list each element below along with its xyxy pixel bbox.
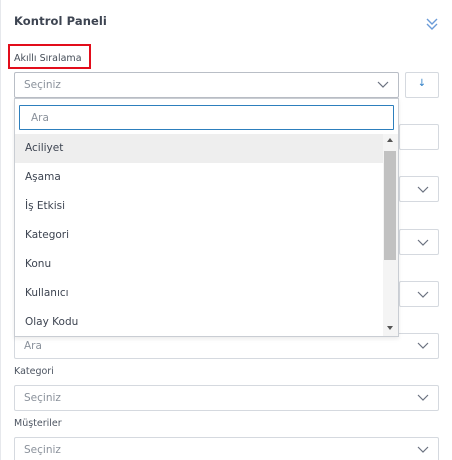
hidden-select xyxy=(399,229,439,255)
kategori-select[interactable]: Seçiniz xyxy=(14,385,439,411)
smart-sort-dropdown: Aciliyet Aşama İş Etkisi Kategori Konu K… xyxy=(14,98,399,337)
hidden-select xyxy=(399,281,439,307)
chevron-down-icon xyxy=(417,239,429,246)
dropdown-search-input[interactable] xyxy=(20,106,393,129)
scroll-up-arrow-icon[interactable] xyxy=(387,138,393,142)
select-value: Seçiniz xyxy=(24,79,61,91)
option-item[interactable]: Konu xyxy=(15,250,383,279)
kategori-label: Kategori xyxy=(14,366,54,377)
hidden-select xyxy=(399,176,439,202)
dropdown-search-box[interactable] xyxy=(19,105,394,130)
select-value: Seçiniz xyxy=(24,392,61,404)
musteriler-label: Müşteriler xyxy=(14,418,62,429)
option-item[interactable]: İş Etkisi xyxy=(15,192,383,221)
chevron-down-icon xyxy=(417,394,429,401)
chevron-down-icon xyxy=(417,291,429,298)
chevron-down-icon xyxy=(377,81,389,88)
double-chevron-down-icon[interactable] xyxy=(425,14,439,32)
panel-title: Kontrol Paneli xyxy=(14,14,107,28)
chevron-down-icon xyxy=(417,446,429,453)
option-item[interactable]: Olay Kodu xyxy=(15,308,383,336)
sort-direction-button[interactable]: ↓ xyxy=(405,72,439,98)
chevron-down-icon xyxy=(417,186,429,193)
scroll-down-arrow-icon[interactable] xyxy=(387,326,393,330)
control-panel: Kontrol Paneli Akıllı Sıralama Seçiniz ↓… xyxy=(0,0,452,460)
dropdown-options: Aciliyet Aşama İş Etkisi Kategori Konu K… xyxy=(15,134,383,336)
chevron-down-icon xyxy=(417,342,429,349)
smart-sort-select[interactable]: Seçiniz xyxy=(14,72,399,98)
musteriler-select[interactable]: Seçiniz xyxy=(14,437,439,460)
option-item[interactable]: Kullanıcı xyxy=(15,279,383,308)
select-value: Seçiniz xyxy=(24,444,61,456)
option-item[interactable]: Kategori xyxy=(15,221,383,250)
hidden-field xyxy=(399,124,439,150)
select-value: Ara xyxy=(24,340,42,352)
scrollbar-thumb[interactable] xyxy=(384,151,396,260)
option-item[interactable]: Aciliyet xyxy=(15,134,383,163)
smart-sort-label: Akıllı Sıralama xyxy=(14,53,82,64)
dropdown-scrollbar[interactable] xyxy=(383,134,398,336)
option-item[interactable]: Aşama xyxy=(15,163,383,192)
arrow-down-icon: ↓ xyxy=(417,78,427,89)
